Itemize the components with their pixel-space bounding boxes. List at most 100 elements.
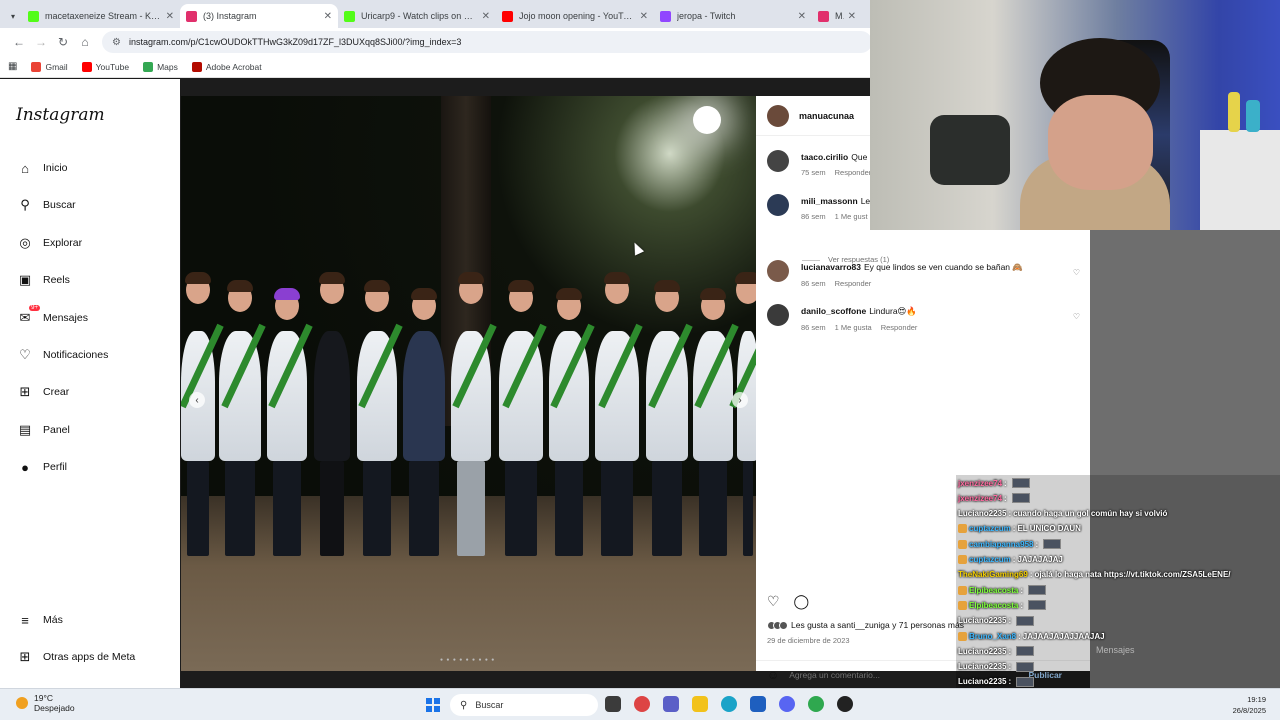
teams-icon[interactable] — [663, 696, 679, 712]
task-view-icon[interactable] — [605, 696, 621, 712]
chat-username[interactable]: Luciano2235 — [958, 677, 1006, 686]
chat-username[interactable]: Luciano2235 — [958, 662, 1006, 671]
comment-like-icon[interactable]: ♡ — [1073, 312, 1080, 321]
commenter-avatar[interactable] — [767, 260, 789, 282]
bookmark-item[interactable]: Adobe Acrobat — [191, 61, 262, 72]
comment-likes[interactable]: 1 Me gusta — [835, 323, 872, 332]
sidebar-item-buscar[interactable]: ⚲ Buscar — [16, 196, 75, 214]
heart-icon: ♡ — [19, 347, 31, 362]
apps-grid-icon[interactable]: ▦ — [8, 61, 17, 72]
photo-person-legs — [743, 461, 753, 556]
address-bar[interactable]: ⚙ instagram.com/p/C1cwOUDOkTTHwG3kZ09d17… — [102, 31, 872, 53]
chat-username[interactable]: cuptazcum — [969, 555, 1011, 564]
emoji-icon[interactable]: ☺ — [767, 668, 779, 682]
home-icon[interactable]: ⌂ — [74, 35, 96, 49]
store-icon[interactable] — [750, 696, 766, 712]
comment-username[interactable]: danilo_scoffone — [801, 306, 866, 316]
windows-start-icon[interactable] — [426, 698, 440, 712]
chat-message: Elpibeacosta: — [958, 598, 1047, 612]
bookmarks-bar: ▦ Gmail YouTube Maps Adobe Acrobat — [0, 56, 872, 78]
close-tab-icon[interactable]: ✕ — [482, 11, 490, 22]
instagram-logo[interactable]: Instagram — [16, 105, 105, 125]
browser-tab[interactable]: Maceta | ✕ — [812, 4, 862, 28]
sidebar-item-explorar[interactable]: ◎ Explorar — [16, 234, 82, 252]
sidebar-item-notificaciones[interactable]: ♡ Notificaciones — [16, 346, 108, 364]
discord-icon[interactable] — [779, 696, 795, 712]
sidebar-item-crear[interactable]: ⊞ Crear — [16, 383, 70, 401]
chat-message: jxenzizee74: — [958, 491, 1030, 505]
system-clock[interactable]: 19:19 26/8/2025 — [1233, 694, 1266, 716]
reply-button[interactable]: Responder — [835, 279, 872, 288]
bookmark-item[interactable]: Gmail — [31, 61, 68, 72]
post-date: 29 de diciembre de 2023 — [767, 636, 850, 645]
sidebar-item-reels[interactable]: ▣ Reels — [16, 271, 70, 289]
bookmark-item[interactable]: YouTube — [81, 61, 129, 72]
comment-username[interactable]: mili_massonn — [801, 196, 858, 206]
bookmark-item[interactable]: Maps — [143, 61, 178, 72]
prev-image-icon[interactable]: ‹ — [189, 392, 205, 408]
author-avatar[interactable] — [767, 104, 789, 127]
chat-username[interactable]: cambiapanna958 — [969, 540, 1033, 549]
tab-search-chevron-icon[interactable]: ▾ — [4, 4, 22, 28]
chat-username[interactable]: Bruno_Xan8 — [969, 632, 1016, 641]
sidebar-item-panel[interactable]: ▤ Panel — [16, 421, 70, 439]
browser-tab[interactable]: macetaxeneize Stream - Kick D ✕ — [22, 4, 180, 28]
browser-tab[interactable]: Jojo moon opening - YouTube ✕ — [496, 4, 654, 28]
close-tab-icon[interactable]: ✕ — [798, 11, 806, 22]
chat-username[interactable]: jxenzizee74 — [958, 494, 1002, 503]
comment-time: 86 sem — [801, 279, 826, 288]
sidebar-item-inicio[interactable]: ⌂ Inicio — [16, 159, 67, 177]
close-tab-icon[interactable]: ✕ — [324, 11, 332, 22]
sidebar-item-mensajes[interactable]: ✉ 9+ Mensajes — [16, 304, 88, 327]
file-explorer-icon[interactable] — [692, 696, 708, 712]
chat-username[interactable]: Luciano2235 — [958, 616, 1006, 625]
commenter-avatar[interactable] — [767, 150, 789, 172]
chat-username[interactable]: TheNakiGaming69 — [958, 570, 1028, 579]
chat-message: Bruno_Xan8: JAJAAJAJAJJAAJAJ — [958, 629, 1105, 643]
reply-button[interactable]: Responder — [881, 323, 918, 332]
comment-likes[interactable]: 1 Me gust — [835, 212, 868, 221]
sidebar-item-meta-apps[interactable]: ⊞ Otras apps de Meta — [16, 648, 136, 666]
comment-like-icon[interactable]: ♡ — [1073, 268, 1080, 277]
comment-icon[interactable]: ◯ — [793, 593, 809, 609]
commenter-avatar[interactable] — [767, 304, 789, 326]
edge-icon[interactable] — [721, 696, 737, 712]
copilot-icon[interactable] — [634, 696, 650, 712]
tab-favicon-icon — [660, 10, 671, 22]
post-author[interactable]: manuacunaa — [799, 111, 854, 121]
sidebar-item-more[interactable]: ≡ Más — [16, 611, 63, 629]
chat-username[interactable]: Elpibeacosta — [969, 586, 1018, 595]
browser-tab[interactable]: (3) Instagram ✕ — [180, 4, 338, 28]
close-tab-icon[interactable]: ✕ — [848, 11, 856, 22]
post-photo[interactable]: ‹ › — [181, 96, 756, 671]
chat-username[interactable]: cuptazcum — [969, 524, 1011, 533]
commenter-avatar[interactable] — [767, 194, 789, 216]
comment-input[interactable]: Agrega un comentario... — [789, 670, 880, 680]
browser-tab[interactable]: Uricarp9 - Watch clips on Kick ✕ — [338, 4, 496, 28]
view-replies-button[interactable]: Ver respuestas (1) — [802, 255, 889, 264]
close-tab-icon[interactable]: ✕ — [166, 11, 174, 22]
chat-username[interactable]: jxenzizee74 — [958, 479, 1002, 488]
likes-summary[interactable]: Les gusta a santi__zuniga y 71 personas … — [767, 620, 964, 630]
forward-icon[interactable]: → — [30, 35, 52, 49]
close-tab-icon[interactable]: ✕ — [640, 11, 648, 22]
reload-icon[interactable]: ↻ — [52, 35, 74, 49]
app-icon[interactable] — [837, 696, 853, 712]
chat-username[interactable]: Luciano2235 — [958, 647, 1006, 656]
comment-item: lucianavarro83 Ey que lindos se ven cuand… — [767, 260, 1082, 300]
weather-widget[interactable]: 19°C Despejado — [16, 693, 75, 713]
taskbar-search[interactable]: ⚲ Buscar — [450, 694, 598, 716]
browser-tab[interactable]: jeropa - Twitch ✕ — [654, 4, 812, 28]
back-icon[interactable]: ← — [8, 35, 30, 49]
carousel-dots: ● ● ● ● ● ● ● ● ● — [440, 657, 496, 663]
comment-username[interactable]: taaco.cirilio — [801, 152, 848, 162]
chat-badge-icon — [958, 524, 967, 534]
chat-username[interactable]: Elpibeacosta — [969, 601, 1018, 610]
reply-button[interactable]: Responder — [835, 168, 872, 177]
sidebar-item-perfil[interactable]: ● Perfil — [16, 458, 67, 476]
like-icon[interactable]: ♡ — [767, 593, 780, 609]
next-image-icon[interactable]: › — [732, 392, 748, 408]
site-settings-icon[interactable]: ⚙ — [112, 37, 121, 48]
chat-username[interactable]: Luciano2235 — [958, 509, 1006, 518]
chrome-icon[interactable] — [808, 696, 824, 712]
